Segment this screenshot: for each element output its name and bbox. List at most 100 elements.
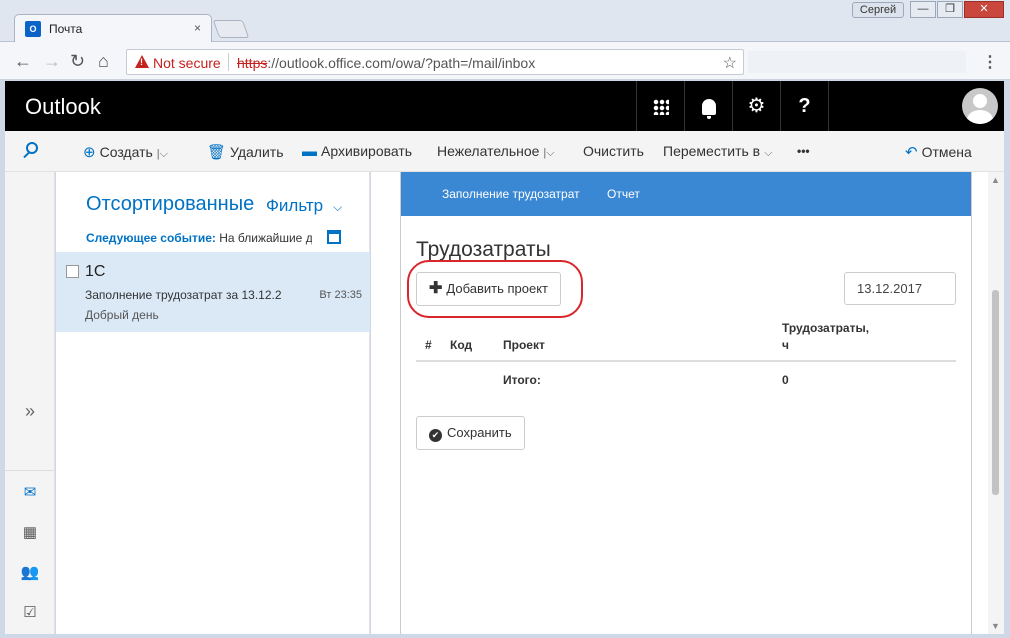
user-avatar[interactable] — [962, 88, 998, 124]
date-field[interactable]: 13.12.2017 — [844, 272, 956, 305]
settings-button[interactable]: ⚙ — [732, 81, 780, 131]
nav-timesheet-link[interactable]: Заполнение трудозатрат — [442, 187, 580, 201]
delete-button[interactable]: 🗑 Удалить — [207, 143, 284, 161]
scrollbar-thumb[interactable] — [992, 290, 999, 495]
add-project-label: Добавить проект — [446, 281, 548, 296]
filter-dropdown[interactable]: Фильтр ⌵ — [266, 196, 342, 216]
url-divider — [228, 53, 229, 71]
total-value: 0 — [782, 373, 789, 387]
back-icon[interactable]: ← — [14, 52, 32, 70]
undo-button[interactable]: ↶ Отмена — [905, 143, 972, 161]
delete-label: Удалить — [230, 144, 284, 160]
move-to-button[interactable]: Переместить в ⌵ — [663, 143, 772, 160]
col-header-project: Проект — [503, 338, 545, 352]
outlook-header: Outlook ⚙ ? — [5, 81, 1004, 131]
calendar-icon[interactable]: ▦ — [5, 514, 55, 552]
scroll-up-icon[interactable]: ▲ — [991, 175, 1000, 185]
close-window-button[interactable]: ✕ — [964, 1, 1004, 18]
sweep-button[interactable]: Очистить — [583, 143, 644, 159]
outlook-favicon-icon: O — [25, 21, 41, 37]
page-title: Трудозатраты — [416, 238, 551, 261]
focused-inbox-title[interactable]: Отсортированные — [86, 193, 258, 216]
restore-button[interactable]: ❐ — [937, 1, 963, 18]
reload-icon[interactable]: ↻ — [70, 52, 85, 70]
new-button[interactable]: ⊕ Создать |⌵ — [83, 143, 168, 161]
security-indicator[interactable]: Not secure — [153, 55, 221, 71]
url-scheme: https — [237, 55, 268, 71]
nav-report-link[interactable]: Отчет — [607, 187, 640, 201]
archive-label: Архивировать — [321, 143, 413, 159]
people-icon[interactable]: 👥 — [5, 554, 55, 592]
browser-toolbar: ← → ↻ ⌂ Not secure https://outlook.offic… — [0, 42, 1010, 80]
help-icon: ? — [798, 95, 811, 117]
navigation-rail: » ✉ ▦ 👥 ☑ — [5, 172, 55, 634]
reading-pane: Заполнение трудозатрат Отчет Трудозатрат… — [371, 172, 1004, 634]
chevron-down-icon: ⌵ — [764, 147, 773, 159]
waffle-grid-icon — [652, 98, 669, 115]
trash-icon: 🗑 — [207, 144, 227, 161]
check-circle-icon: ✔ — [429, 429, 442, 442]
archive-button[interactable]: ▬ Архивировать — [302, 143, 412, 160]
junk-label: Нежелательное — [437, 143, 540, 159]
filter-label: Фильтр — [266, 196, 324, 215]
bell-icon — [701, 98, 716, 119]
next-event-banner[interactable]: Следующее событие: На ближайшие дв — [86, 231, 312, 245]
undo-icon: ↶ — [905, 144, 918, 161]
search-icon-handle — [23, 151, 30, 159]
undo-label: Отмена — [921, 144, 972, 160]
page-scrollbar[interactable]: ▲ ▼ — [988, 172, 1004, 634]
list-item[interactable]: 1С Заполнение трудозатрат за 13.12.2017 … — [56, 252, 370, 332]
minimize-button[interactable]: — — [910, 1, 936, 18]
expand-folders-button[interactable]: » — [5, 392, 55, 430]
browser-menu-icon[interactable]: ⋮ — [982, 52, 998, 72]
message-sender: 1С — [85, 263, 106, 280]
message-preview: Добрый день — [85, 308, 159, 322]
select-checkbox[interactable] — [66, 265, 79, 278]
calendar-icon[interactable] — [327, 230, 341, 244]
address-bar[interactable]: Not secure https://outlook.office.com/ow… — [126, 49, 744, 75]
table-header-divider — [416, 360, 956, 362]
col-header-code: Код — [450, 338, 473, 352]
notifications-button[interactable] — [684, 81, 732, 131]
archive-icon: ▬ — [302, 143, 317, 160]
scroll-down-icon[interactable]: ▼ — [991, 621, 1000, 631]
extensions-area — [748, 51, 966, 73]
url-path: ://outlook.office.com/owa/?path=/mail/in… — [267, 55, 536, 71]
tasks-icon[interactable]: ☑ — [5, 594, 55, 632]
home-icon[interactable]: ⌂ — [98, 52, 109, 70]
message-time: Вт 23:35 — [319, 289, 362, 301]
col-header-num: # — [425, 338, 432, 352]
browser-titlebar: O Почта × Сергей — ❐ ✕ — [0, 0, 1010, 42]
more-actions-button[interactable]: ••• — [797, 144, 810, 158]
url-text[interactable]: https://outlook.office.com/owa/?path=/ma… — [237, 55, 535, 71]
col-header-hours-unit: ч — [782, 338, 789, 352]
chevron-down-icon[interactable]: |⌵ — [543, 147, 554, 159]
chevron-down-icon: ⌵ — [333, 200, 343, 214]
app-brand: Outlook — [25, 94, 101, 119]
tab-close-icon[interactable]: × — [194, 21, 201, 35]
browser-tab[interactable]: O Почта × — [14, 14, 212, 42]
junk-button[interactable]: Нежелательное |⌵ — [437, 143, 555, 160]
message-list: Отсортированные Фильтр ⌵ Следующее событи… — [56, 172, 370, 634]
new-tab-button[interactable] — [212, 20, 250, 38]
sweep-label: Очистить — [583, 143, 644, 159]
save-button[interactable]: ✔ Сохранить — [416, 416, 525, 450]
new-label: Создать — [99, 144, 153, 160]
app-launcher-button[interactable] — [636, 81, 684, 131]
plus-circle-icon: ⊕ — [83, 144, 96, 161]
profile-name-badge[interactable]: Сергей — [852, 2, 904, 18]
command-bar: ⊕ Создать |⌵ 🗑 Удалить ▬ Архивировать Нежела… — [5, 131, 1004, 172]
search-button[interactable] — [5, 131, 55, 172]
plus-icon: ✚ — [429, 280, 443, 297]
chevron-down-icon[interactable]: |⌵ — [157, 148, 168, 160]
warning-icon — [135, 55, 149, 68]
total-label: Итого: — [503, 373, 541, 387]
move-label: Переместить в — [663, 143, 761, 159]
next-event-label: Следующее событие: — [86, 231, 216, 245]
help-button[interactable]: ? — [780, 81, 828, 131]
add-project-button[interactable]: ✚ Добавить проект — [416, 272, 561, 306]
bookmark-star-icon[interactable]: ☆ — [723, 53, 737, 73]
tab-title: Почта — [49, 22, 83, 36]
forward-icon[interactable]: → — [43, 52, 61, 70]
mail-icon[interactable]: ✉ — [5, 474, 55, 512]
